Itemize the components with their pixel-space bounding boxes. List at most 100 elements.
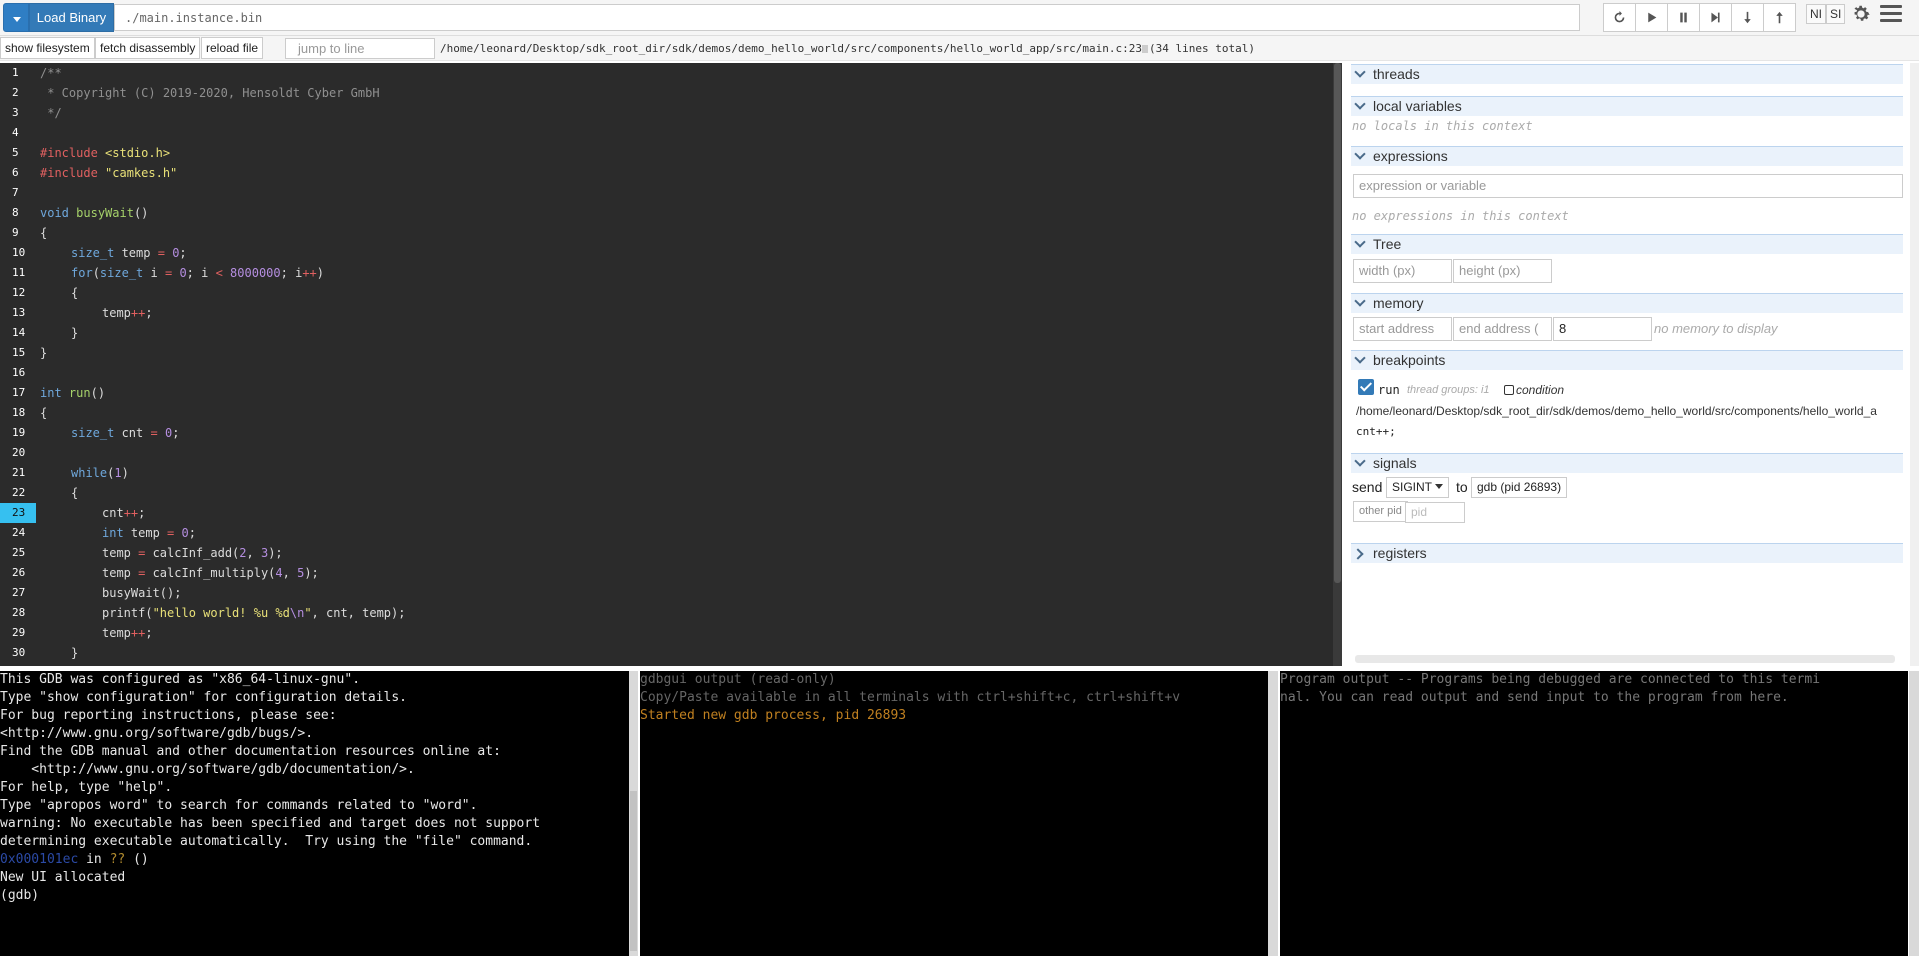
code-line[interactable]: 25 temp = calcInf_add(2, 3); [0, 543, 1330, 563]
tree-width-input[interactable]: width (px) [1353, 259, 1452, 283]
gdb-prompt[interactable]: (gdb) [0, 887, 638, 905]
gdb-terminal-scrollbar-thumb[interactable] [630, 791, 637, 951]
fetch-disassembly-button[interactable]: fetch disassembly [95, 37, 201, 59]
code-line[interactable]: 26 temp = calcInf_multiply(4, 5); [0, 563, 1330, 583]
pause-button[interactable] [1667, 3, 1700, 32]
code-line[interactable]: 22{ [0, 483, 1330, 503]
signals-header[interactable]: signals [1351, 453, 1903, 473]
expression-input[interactable]: expression or variable [1353, 174, 1903, 198]
tree-height-input[interactable]: height (px) [1453, 259, 1552, 283]
line-number[interactable]: 17 [0, 383, 36, 403]
memory-header[interactable]: memory [1351, 293, 1903, 313]
line-number[interactable]: 13 [0, 303, 36, 323]
code-line[interactable]: 5 #include <stdio.h> [0, 143, 1330, 163]
code-line[interactable]: 6 #include "camkes.h" [0, 163, 1330, 183]
line-number[interactable]: 3 [0, 103, 36, 123]
line-number[interactable]: 16 [0, 363, 36, 383]
line-number[interactable]: 30 [0, 643, 36, 663]
code-scrollbar-thumb[interactable] [1334, 63, 1341, 583]
pid-input[interactable]: pid [1405, 502, 1465, 523]
signal-select[interactable]: SIGINT [1386, 477, 1450, 498]
line-number[interactable]: 20 [0, 443, 36, 463]
step-instruction-button[interactable]: SI [1826, 4, 1846, 24]
code-line[interactable]: 16 [0, 363, 1330, 383]
code-line[interactable]: 17 int run() [0, 383, 1330, 403]
code-line[interactable]: 12{ [0, 283, 1330, 303]
code-line[interactable]: 13 temp++; [0, 303, 1330, 323]
menu-icon[interactable] [1880, 5, 1902, 23]
gear-icon[interactable] [1850, 3, 1872, 25]
panel-horizontal-scrollbar[interactable] [1355, 655, 1895, 663]
line-number[interactable]: 29 [0, 623, 36, 643]
gdb-pid-button[interactable]: gdb (pid 26893) [1471, 477, 1568, 498]
line-number[interactable]: 19 [0, 423, 36, 443]
next-instruction-button[interactable]: NI [1806, 4, 1826, 24]
code-line[interactable]: 29 temp++; [0, 623, 1330, 643]
line-number[interactable]: 11 [0, 263, 36, 283]
line-number[interactable]: 25 [0, 543, 36, 563]
line-number[interactable]: 26 [0, 563, 36, 583]
line-number[interactable]: 7 [0, 183, 36, 203]
next-button[interactable] [1699, 3, 1732, 32]
memory-end-address-input[interactable]: end address ( [1453, 317, 1552, 341]
line-number[interactable]: 6 [0, 163, 36, 183]
threads-header[interactable]: threads [1351, 64, 1903, 84]
load-options-dropdown-button[interactable] [3, 3, 29, 32]
line-number[interactable]: 9 [0, 223, 36, 243]
code-line[interactable]: 2 * Copyright (C) 2019-2020, Hensoldt Cy… [0, 83, 1330, 103]
step-out-button[interactable] [1763, 3, 1796, 32]
code-line[interactable]: 8 void busyWait() [0, 203, 1330, 223]
expressions-header[interactable]: expressions [1351, 146, 1903, 166]
gdb-terminal[interactable]: This GDB was configured as "x86_64-linux… [0, 671, 638, 956]
code-line[interactable]: 27 busyWait(); [0, 583, 1330, 603]
load-binary-button[interactable]: Load Binary [29, 3, 114, 32]
continue-button[interactable] [1635, 3, 1668, 32]
registers-header[interactable]: registers [1351, 543, 1903, 563]
code-line[interactable]: 10 size_t temp = 0; [0, 243, 1330, 263]
line-number[interactable]: 21 [0, 463, 36, 483]
code-line[interactable]: 14} [0, 323, 1330, 343]
breakpoints-header[interactable]: breakpoints [1351, 350, 1903, 370]
code-line-current[interactable]: 23 cnt++; [0, 503, 1330, 523]
program-terminal-scrollbar[interactable] [1909, 671, 1919, 956]
breakpoint-enabled-checkbox[interactable] [1358, 379, 1374, 395]
show-filesystem-button[interactable]: show filesystem [0, 37, 95, 59]
code-line[interactable]: 4 [0, 123, 1330, 143]
gdbgui-output-terminal[interactable]: gdbgui output (read-only) Copy/Paste ava… [640, 671, 1268, 956]
restart-button[interactable] [1603, 3, 1636, 32]
current-line-number[interactable]: 23 [0, 503, 36, 523]
code-line[interactable]: 7 [0, 183, 1330, 203]
source-code-view[interactable]: 1/** 2 * Copyright (C) 2019-2020, Hensol… [0, 63, 1342, 666]
line-number[interactable]: 28 [0, 603, 36, 623]
code-line[interactable]: 21 while(1) [0, 463, 1330, 483]
line-number[interactable]: 12 [0, 283, 36, 303]
code-line[interactable]: 11 for(size_t i = 0; i < 8000000; i++) [0, 263, 1330, 283]
local-variables-header[interactable]: local variables [1351, 96, 1903, 116]
line-number[interactable]: 27 [0, 583, 36, 603]
code-line[interactable]: 28 printf("hello world! %u %d\n", cnt, te… [0, 603, 1330, 623]
code-line[interactable]: 30} [0, 643, 1330, 663]
line-number[interactable]: 5 [0, 143, 36, 163]
reload-file-button[interactable]: reload file [201, 37, 264, 59]
binary-path-input[interactable] [114, 4, 1580, 31]
line-number[interactable]: 1 [0, 63, 36, 83]
line-number[interactable]: 10 [0, 243, 36, 263]
code-scrollbar[interactable] [1333, 63, 1342, 666]
memory-bytes-input[interactable]: 8 [1553, 317, 1652, 341]
program-output-terminal[interactable]: Program output -- Programs being debugge… [1280, 671, 1908, 956]
code-line[interactable]: 18{ [0, 403, 1330, 423]
line-number[interactable]: 8 [0, 203, 36, 223]
gdb-terminal-scrollbar[interactable] [629, 671, 638, 956]
breakpoint-function[interactable]: run [1378, 383, 1400, 397]
breakpoint-condition-button[interactable]: condition [1504, 383, 1564, 397]
line-number[interactable]: 14 [0, 323, 36, 343]
code-line[interactable]: 24 int temp = 0; [0, 523, 1330, 543]
tree-header[interactable]: Tree [1351, 234, 1903, 254]
line-number[interactable]: 4 [0, 123, 36, 143]
line-number[interactable]: 22 [0, 483, 36, 503]
gdbgui-terminal-scrollbar[interactable] [1268, 671, 1278, 956]
code-line[interactable]: 3 */ [0, 103, 1330, 123]
panel-scrollbar[interactable] [1910, 63, 1919, 666]
step-in-button[interactable] [1731, 3, 1764, 32]
code-line[interactable]: 15} [0, 343, 1330, 363]
